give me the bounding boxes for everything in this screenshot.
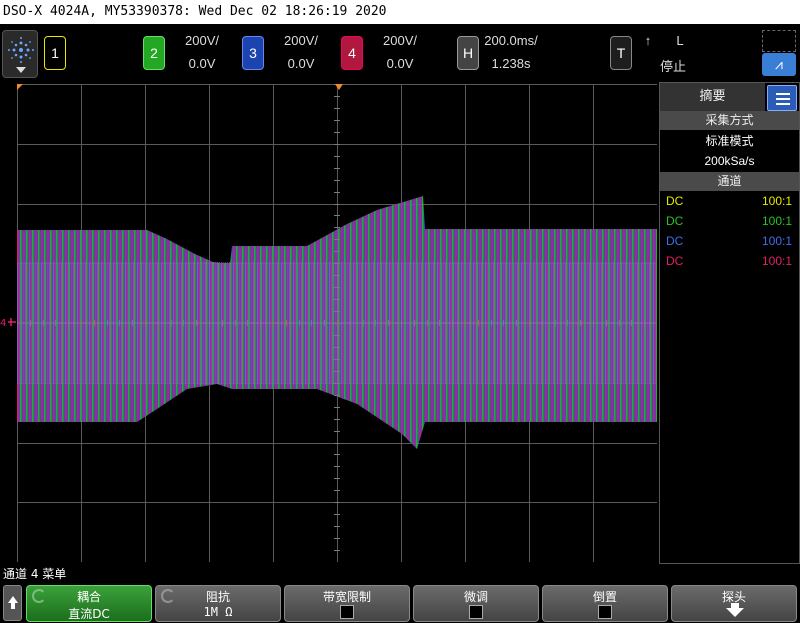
channel-3-offset: 0.0V bbox=[287, 56, 315, 71]
channel-2-button[interactable]: 2 bbox=[143, 36, 165, 70]
coupling-value: DC bbox=[666, 214, 684, 228]
trigger-button[interactable]: T bbox=[610, 36, 632, 70]
up-arrow-icon bbox=[8, 596, 18, 603]
coupling-softkey[interactable]: 耦合 直流DC bbox=[26, 585, 152, 622]
probe-ratio: 100:1 bbox=[761, 194, 792, 208]
channel-4-label: 4 bbox=[348, 45, 356, 61]
keysight-logo-icon bbox=[8, 37, 34, 63]
channel-4-scale: 200V/ bbox=[383, 33, 417, 48]
trigger-slope-icon: ↑ bbox=[644, 33, 652, 48]
softkey-value: 直流DC bbox=[68, 607, 110, 621]
up-arrow-stem bbox=[11, 603, 15, 609]
probe-ratio: 100:1 bbox=[761, 234, 792, 248]
probe-softkey[interactable]: 探头 bbox=[671, 585, 797, 622]
channel-4-offset: 0.0V bbox=[386, 56, 414, 71]
sample-rate: 200kSa/s bbox=[704, 154, 755, 168]
channel-3-label: 3 bbox=[249, 45, 257, 61]
channel-2-summary: DC 100:1 bbox=[666, 211, 792, 231]
summary-panel: 摘要 采集方式 标准模式 200kSa/s 通道 DC 100:1 DC 100… bbox=[659, 82, 800, 564]
acquisition-section-header: 采集方式 bbox=[660, 111, 799, 130]
softkey-title: 微调 bbox=[463, 590, 488, 604]
trigger-position-marker-icon bbox=[335, 84, 343, 90]
channel-4-button[interactable]: 4 bbox=[341, 36, 363, 70]
menu-status-line: 通道 4 菜单 bbox=[3, 567, 67, 581]
menu-list-icon[interactable] bbox=[767, 85, 797, 111]
waveform-graticule bbox=[17, 84, 657, 562]
channel-1-summary: DC 100:1 bbox=[666, 191, 792, 211]
softkey-bar: 耦合 直流DC 阻抗 1M Ω 带宽限制 微调 倒置 探头 bbox=[0, 584, 800, 623]
channel-1-label: 1 bbox=[51, 45, 59, 61]
channel-4-summary: DC 100:1 bbox=[666, 251, 792, 271]
impedance-softkey[interactable]: 阻抗 1M Ω bbox=[155, 585, 281, 622]
softkey-value: 1M Ω bbox=[203, 605, 233, 619]
horizontal-position: 1.238s bbox=[491, 56, 531, 71]
submenu-down-arrow-icon bbox=[726, 608, 744, 617]
trigger-label: T bbox=[616, 45, 626, 61]
softkey-title: 倒置 bbox=[592, 590, 617, 604]
channel-3-button[interactable]: 3 bbox=[242, 36, 264, 70]
acquisition-mode: 标准模式 bbox=[705, 134, 754, 148]
checkbox[interactable] bbox=[598, 605, 612, 619]
channel-1-button[interactable]: 1 bbox=[44, 36, 66, 70]
channel-3-summary: DC 100:1 bbox=[666, 231, 792, 251]
horizontal-button[interactable]: H bbox=[457, 36, 479, 70]
softkey-title: 带宽限制 bbox=[322, 590, 371, 604]
run-state: 停止 bbox=[659, 59, 686, 74]
probe-ratio: 100:1 bbox=[761, 214, 792, 228]
coupling-value: DC bbox=[666, 254, 684, 268]
menu-logo-button[interactable] bbox=[2, 30, 38, 78]
ground-reference-icon[interactable]: 4 bbox=[0, 314, 17, 329]
bandwidth-limit-softkey[interactable]: 带宽限制 bbox=[284, 585, 410, 622]
coupling-value: DC bbox=[666, 194, 684, 208]
touch-mode-button[interactable]: ⩘ bbox=[762, 30, 796, 76]
horizontal-label: H bbox=[462, 45, 474, 61]
coupling-value: DC bbox=[666, 234, 684, 248]
back-button[interactable] bbox=[3, 585, 22, 621]
svg-text:4: 4 bbox=[0, 318, 6, 329]
channel-3-scale: 200V/ bbox=[284, 33, 318, 48]
probe-ratio: 100:1 bbox=[761, 254, 792, 268]
invert-softkey[interactable]: 倒置 bbox=[542, 585, 668, 622]
horizontal-scale: 200.0ms/ bbox=[484, 33, 538, 48]
fine-adjust-softkey[interactable]: 微调 bbox=[413, 585, 539, 622]
top-control-bar: 1 2 200V/ 0.0V 3 200V/ 0.0V 4 200V/ 0.0V… bbox=[0, 24, 800, 82]
channel-2-scale: 200V/ bbox=[185, 33, 219, 48]
checkbox[interactable] bbox=[340, 605, 354, 619]
window-title: DSO-X 4024A, MY53390378: Wed Dec 02 18:2… bbox=[0, 0, 800, 24]
channel-2-offset: 0.0V bbox=[188, 56, 216, 71]
channel-section-header: 通道 bbox=[660, 172, 799, 191]
chevron-down-icon bbox=[16, 67, 26, 73]
zoom-box-icon bbox=[762, 30, 796, 52]
checkbox[interactable] bbox=[469, 605, 483, 619]
waveform-display[interactable] bbox=[17, 84, 657, 562]
softkey-title: 阻抗 bbox=[205, 590, 230, 604]
summary-tab[interactable]: 摘要 bbox=[660, 83, 765, 111]
channel-2-label: 2 bbox=[150, 45, 158, 61]
trigger-source: L bbox=[676, 33, 684, 48]
softkey-title: 耦合 bbox=[76, 590, 101, 604]
draw-mode-icon: ⩘ bbox=[762, 53, 796, 76]
